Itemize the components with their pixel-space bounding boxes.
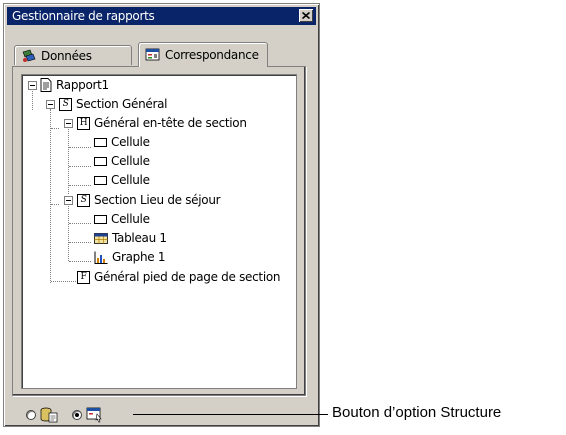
tree-item-label: Graphe 1	[112, 250, 166, 264]
callout-line	[133, 414, 328, 415]
tree-item-section-general[interactable]: S Section Général	[59, 95, 168, 113]
tree-item-chart[interactable]: Graphe 1	[94, 248, 166, 266]
close-button[interactable]	[299, 9, 313, 22]
close-icon	[302, 12, 310, 19]
tab-correspondance[interactable]: Correspondance	[138, 42, 268, 67]
tree-item-label: Section Lieu de séjour	[94, 193, 221, 207]
expand-toggle-header[interactable]	[64, 119, 73, 128]
tree-item-section-header[interactable]: H Général en-tête de section	[77, 114, 247, 132]
expand-toggle-section-general[interactable]	[46, 100, 55, 109]
cell-icon	[94, 156, 107, 166]
cell-icon	[94, 175, 107, 185]
table-icon	[94, 232, 108, 244]
tree-item-label: Cellule	[111, 154, 150, 168]
section-icon: S	[77, 193, 90, 207]
tree-item-section-lieu[interactable]: S Section Lieu de séjour	[77, 191, 221, 209]
footer-icon: F	[77, 270, 90, 284]
tree-item-label: Tableau 1	[112, 231, 167, 245]
window-title: Gestionnaire de rapports	[12, 9, 155, 23]
tree-item-cell[interactable]: Cellule	[94, 133, 150, 151]
tree-item-rapport[interactable]: Rapport1	[40, 76, 109, 94]
view-option-group	[26, 404, 104, 426]
structure-view-radio[interactable]	[72, 410, 82, 420]
tree-item-cell[interactable]: Cellule	[94, 171, 150, 189]
tree-item-cell[interactable]: Cellule	[94, 210, 150, 228]
tree-item-label: Cellule	[111, 173, 150, 187]
mapping-icon	[145, 48, 161, 62]
tree-item-label: Section Général	[76, 97, 168, 111]
tree-item-cell[interactable]: Cellule	[94, 152, 150, 170]
tab-donnees[interactable]: Données	[14, 45, 132, 65]
data-source-icon	[21, 49, 37, 63]
section-icon: S	[59, 97, 72, 111]
cell-icon	[94, 214, 107, 224]
data-view-icon	[40, 407, 58, 423]
tree-item-label: Cellule	[111, 135, 150, 149]
cell-icon	[94, 137, 107, 147]
tree-item-section-footer[interactable]: F Général pied de page de section	[77, 268, 281, 286]
expand-toggle-section-lieu[interactable]	[64, 196, 73, 205]
structure-tree[interactable]: Rapport1 S Section Général H Général en-…	[21, 74, 297, 389]
report-icon	[40, 78, 52, 92]
tab-correspondance-label: Correspondance	[165, 48, 259, 62]
header-icon: H	[77, 116, 90, 130]
data-view-radio[interactable]	[26, 410, 36, 420]
expand-toggle-rapport[interactable]	[28, 81, 37, 90]
tree-item-table[interactable]: Tableau 1	[94, 229, 167, 247]
callout-label: Bouton d’option Structure	[332, 404, 502, 421]
structure-view-icon	[86, 407, 104, 423]
tree-item-label: Général en-tête de section	[94, 116, 247, 130]
tree-item-label: Cellule	[111, 212, 150, 226]
chart-icon	[94, 251, 108, 264]
tab-donnees-label: Données	[41, 48, 92, 63]
tree-item-label: Rapport1	[56, 78, 109, 92]
tree-item-label: Général pied de page de section	[94, 270, 281, 284]
title-bar: Gestionnaire de rapports	[7, 7, 316, 25]
